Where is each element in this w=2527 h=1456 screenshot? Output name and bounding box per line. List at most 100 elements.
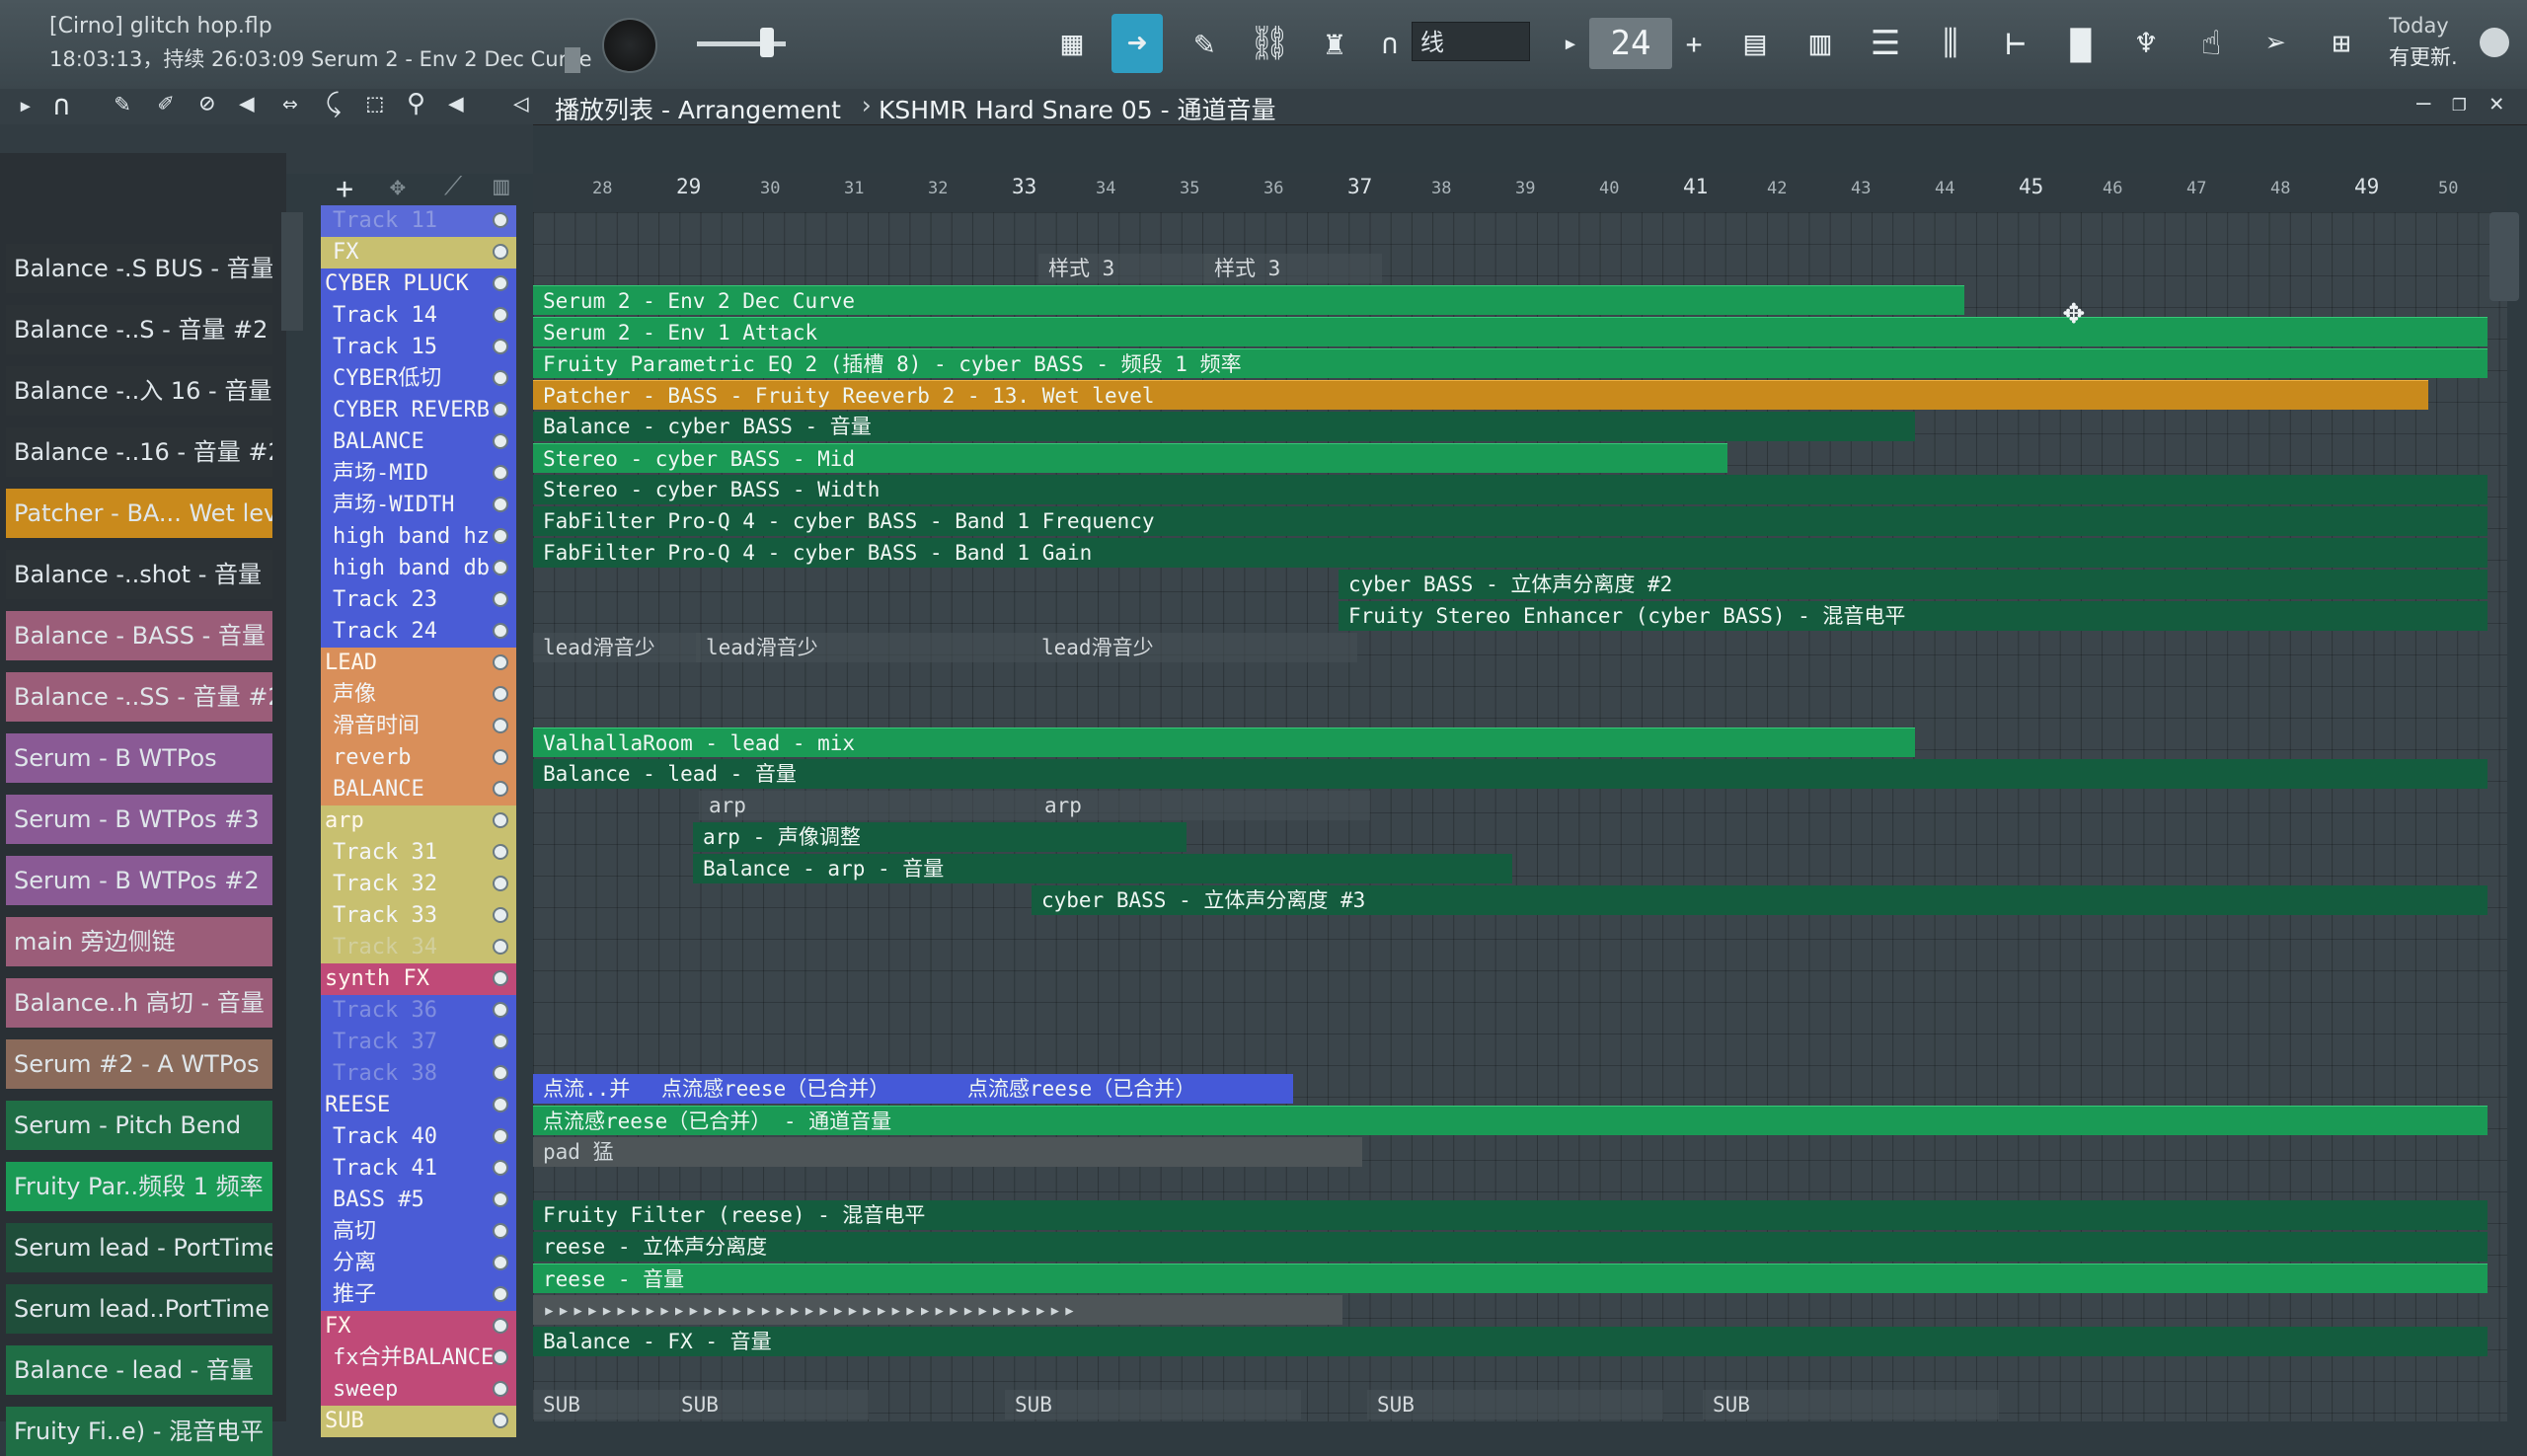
pattern-clip[interactable]: 样式 3 bbox=[1038, 254, 1216, 283]
automation-clip[interactable]: Balance - FX - 音量 bbox=[533, 1327, 2488, 1356]
track-enable-toggle[interactable] bbox=[493, 1318, 508, 1334]
track-header[interactable]: BALANCE bbox=[321, 774, 516, 805]
track-header[interactable]: sweep bbox=[321, 1374, 516, 1406]
track-enable-toggle[interactable] bbox=[493, 528, 508, 544]
close-icon[interactable]: ✕ bbox=[2489, 89, 2503, 116]
track-header[interactable]: Track 31 bbox=[321, 837, 516, 869]
browser-item[interactable]: Balance -..shot - 音量 bbox=[6, 550, 272, 599]
track-header[interactable]: 声场-WIDTH bbox=[321, 490, 516, 521]
pattern-clip[interactable]: arp bbox=[1034, 791, 1370, 820]
pattern-clip[interactable]: 样式 3 bbox=[1204, 254, 1382, 283]
news-text[interactable]: 有更新. bbox=[2389, 41, 2458, 71]
select-icon[interactable]: ⬚ bbox=[367, 89, 383, 118]
track-enable-toggle[interactable] bbox=[493, 497, 508, 512]
zoom-icon[interactable]: ⚲ bbox=[407, 89, 425, 118]
export-icon[interactable]: ➢ bbox=[2251, 14, 2302, 73]
cart-icon[interactable]: ⊞ bbox=[2316, 14, 2367, 73]
browser-item[interactable]: Balance..h 高切 - 音量 bbox=[6, 978, 272, 1028]
track-header[interactable]: 声场-MID bbox=[321, 458, 516, 490]
automation-clip[interactable]: ValhallaRoom - lead - mix bbox=[533, 728, 1915, 757]
browser-item[interactable]: Serum lead - PortTime bbox=[6, 1223, 272, 1272]
automation-clip[interactable]: Serum 2 - Env 1 Attack bbox=[533, 317, 2488, 346]
browser-item[interactable]: Balance -..SS - 音量 #2 bbox=[6, 672, 272, 722]
track-enable-toggle[interactable] bbox=[493, 844, 508, 860]
browser-tree-icon[interactable]: ⊢ bbox=[1990, 14, 2041, 73]
pattern-clip[interactable]: SUB bbox=[533, 1390, 671, 1419]
automation-clip[interactable]: 点流感reese（已合并） - 通道音量 bbox=[533, 1106, 2488, 1135]
pattern-clip[interactable]: arp bbox=[699, 791, 1034, 820]
track-enable-toggle[interactable] bbox=[493, 560, 508, 575]
playlist-icon[interactable]: ▤ bbox=[1729, 14, 1781, 73]
speaker-icon[interactable]: ◁ bbox=[513, 89, 529, 118]
track-header[interactable]: Track 37 bbox=[321, 1027, 516, 1058]
magnet-icon[interactable]: ∩ bbox=[53, 89, 70, 121]
track-enable-toggle[interactable] bbox=[493, 402, 508, 418]
browser-item[interactable]: main 旁边侧链 bbox=[6, 917, 272, 966]
timeline-ruler[interactable]: 28 29 30 31 32 33 34 35 36 37 38 39 40 41 42 43 44 45 46 47… bbox=[533, 173, 2507, 212]
track-enable-toggle[interactable] bbox=[493, 1002, 508, 1018]
track-enable-toggle[interactable] bbox=[493, 1128, 508, 1144]
track-header[interactable]: Track 14 bbox=[321, 300, 516, 332]
automation-clip[interactable]: Balance - arp - 音量 bbox=[693, 854, 1512, 883]
track-enable-toggle[interactable] bbox=[493, 718, 508, 733]
pattern-clip[interactable]: SUB bbox=[1703, 1390, 1999, 1419]
track-header[interactable]: Track 24 bbox=[321, 616, 516, 648]
browser-item[interactable]: Serum - B WTPos bbox=[6, 733, 272, 783]
browser-item[interactable]: Serum - Pitch Bend bbox=[6, 1101, 272, 1150]
browser-item[interactable]: Balance - BASS - 音量 bbox=[6, 611, 272, 660]
track-enable-toggle[interactable] bbox=[493, 686, 508, 702]
track-header[interactable]: FX bbox=[321, 1311, 516, 1342]
track-enable-toggle[interactable] bbox=[493, 623, 508, 639]
track-header[interactable]: 推子 bbox=[321, 1279, 516, 1311]
pattern-clip[interactable]: lead滑音少 bbox=[533, 633, 701, 662]
track-enable-toggle[interactable] bbox=[493, 370, 508, 386]
headphone-icon[interactable]: ∩ bbox=[1364, 14, 1416, 73]
browser-item[interactable]: Balance - lead - 音量 bbox=[6, 1345, 272, 1395]
track-header[interactable]: fx合并BALANCE bbox=[321, 1342, 516, 1374]
track-header[interactable]: arp bbox=[321, 805, 516, 837]
track-enable-toggle[interactable] bbox=[493, 1034, 508, 1049]
pattern-clip-fx[interactable]: ▸▸▸▸▸▸▸▸▸▸▸▸▸▸▸▸▸▸▸▸▸▸▸▸▸▸▸▸▸▸▸▸▸▸▸▸▸ bbox=[533, 1295, 1342, 1325]
track-enable-toggle[interactable] bbox=[493, 749, 508, 765]
track-header[interactable]: Track 40 bbox=[321, 1121, 516, 1153]
track-header[interactable]: 高切 bbox=[321, 1216, 516, 1248]
tempo-display[interactable]: 24 bbox=[1589, 18, 1672, 69]
automation-clip[interactable]: Balance - cyber BASS - 音量 bbox=[533, 412, 1915, 441]
track-header[interactable]: SUB bbox=[321, 1406, 516, 1437]
pattern-clip[interactable]: SUB bbox=[1367, 1390, 1663, 1419]
browser-item[interactable]: Balance -..入 16 - 音量 bbox=[6, 366, 272, 416]
step-sequencer-icon[interactable]: ▥ bbox=[1795, 14, 1846, 73]
track-enable-toggle[interactable] bbox=[493, 307, 508, 323]
automation-clip[interactable]: reese - 音量 bbox=[533, 1264, 2488, 1293]
track-enable-toggle[interactable] bbox=[493, 1223, 508, 1239]
pen-icon[interactable]: ✎ bbox=[1179, 14, 1230, 73]
track-header[interactable]: CYBER REVERB bbox=[321, 395, 516, 426]
browser-scrollbar[interactable] bbox=[281, 212, 303, 331]
browser-item[interactable]: Serum lead..PortTime #2 bbox=[6, 1284, 272, 1334]
breadcrumb-target[interactable]: KSHMR Hard Snare 05 - 通道音量 bbox=[879, 91, 1276, 126]
master-volume-knob[interactable] bbox=[602, 18, 657, 73]
browser-item[interactable]: Fruity Par..频段 1 频率 bbox=[6, 1162, 272, 1211]
browser-item[interactable]: Serum - B WTPos #2 bbox=[6, 856, 272, 905]
track-header[interactable]: BASS #5 bbox=[321, 1185, 516, 1216]
track-enable-toggle[interactable] bbox=[493, 1381, 508, 1397]
pattern-clip[interactable]: pad 猛 bbox=[533, 1137, 1362, 1167]
track-enable-toggle[interactable] bbox=[493, 1286, 508, 1302]
track-header[interactable]: REESE bbox=[321, 1090, 516, 1121]
track-header[interactable]: BALANCE bbox=[321, 426, 516, 458]
paint-icon[interactable]: ✐ bbox=[158, 89, 174, 118]
track-enable-toggle[interactable] bbox=[493, 1160, 508, 1176]
track-enable-toggle[interactable] bbox=[493, 654, 508, 670]
track-enable-toggle[interactable] bbox=[493, 970, 508, 986]
track-enable-toggle[interactable] bbox=[493, 1065, 508, 1081]
automation-clip[interactable]: Fruity Stereo Enhancer (cyber BASS) - 混音… bbox=[1339, 601, 2488, 631]
slip-icon[interactable]: ⇔ bbox=[282, 89, 298, 118]
automation-clip[interactable]: cyber BASS - 立体声分离度 #2 bbox=[1339, 570, 2488, 599]
track-header[interactable]: Track 15 bbox=[321, 332, 516, 363]
track-enable-toggle[interactable] bbox=[493, 1349, 508, 1365]
track-header[interactable]: 分离 bbox=[321, 1248, 516, 1279]
track-header[interactable]: CYBER低切 bbox=[321, 363, 516, 395]
track-header[interactable]: CYBER PLUCK bbox=[321, 268, 516, 300]
pattern-clip[interactable]: lead滑音少 bbox=[1032, 633, 1357, 662]
track-header[interactable]: synth FX bbox=[321, 963, 516, 995]
